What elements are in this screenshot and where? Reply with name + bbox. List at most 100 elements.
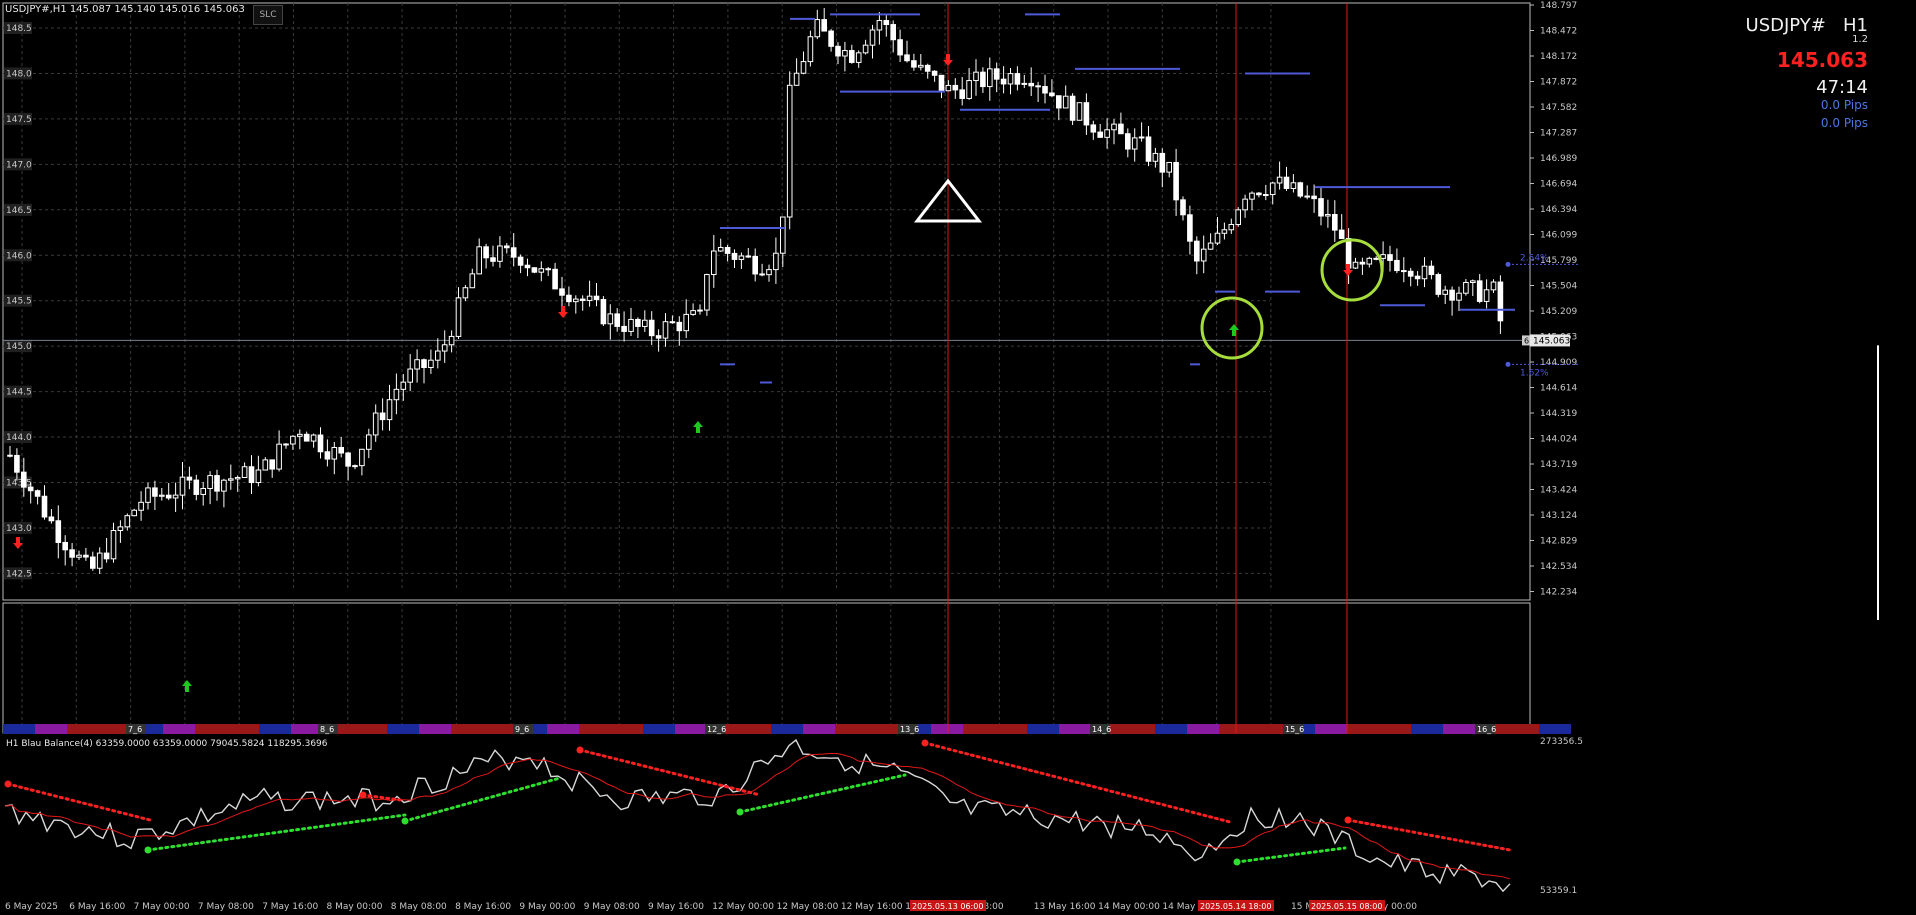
- candle-body: [628, 318, 634, 332]
- price-axis-label: 147.582: [1540, 103, 1577, 113]
- balance-dots-red: [6, 782, 152, 822]
- balance-dots-green-start: [144, 846, 152, 854]
- session-segment: [451, 724, 483, 734]
- left-price-label: 147.5: [6, 115, 32, 125]
- price-axis-label: 142.234: [1540, 588, 1577, 598]
- candle-body: [14, 454, 20, 473]
- session-segment: [1347, 724, 1379, 734]
- candle-body: [855, 52, 862, 63]
- balance-dots-green-start: [401, 817, 409, 825]
- up-arrow-icon[interactable]: [693, 421, 703, 433]
- candle-body: [1394, 259, 1400, 272]
- candle-body: [531, 267, 538, 273]
- up-arrow-icon[interactable]: [1229, 324, 1239, 336]
- down-arrow-icon[interactable]: [943, 54, 953, 66]
- candle-body: [593, 295, 600, 301]
- candle-body: [786, 84, 793, 218]
- candle-body: [1125, 133, 1131, 150]
- candle-body: [717, 246, 724, 252]
- candle-body: [1352, 261, 1359, 269]
- candle-body: [1276, 176, 1283, 184]
- candle-body: [573, 298, 579, 303]
- time-axis-label: 9 May 16:00: [648, 902, 704, 912]
- candle-body: [1235, 209, 1242, 226]
- time-axis-label: 8 May 08:00: [391, 902, 447, 912]
- candle-body: [407, 368, 413, 383]
- candle-body: [600, 299, 607, 325]
- balance-dots-red: [923, 741, 1232, 824]
- session-day-label: 16_6: [1477, 725, 1496, 734]
- time-axis-label: 12 May 16:00: [841, 902, 903, 912]
- candle-body: [635, 318, 641, 327]
- down-arrow-icon[interactable]: [1343, 264, 1353, 276]
- candle-body: [34, 490, 41, 497]
- candle-body: [200, 487, 206, 495]
- candle-body: [821, 19, 828, 32]
- candle-body: [41, 495, 48, 518]
- session-segment: [355, 724, 387, 734]
- vline-time-tag: 2025.05.14 18:00: [1200, 902, 1271, 911]
- session-segment: [963, 724, 995, 734]
- balance-dots-red-start: [4, 780, 12, 788]
- down-arrow-icon[interactable]: [558, 306, 568, 318]
- candle-body: [1145, 136, 1152, 162]
- candle-body: [1414, 275, 1421, 280]
- candle-body: [1297, 182, 1304, 197]
- candle-body: [676, 321, 683, 332]
- candle-body: [462, 287, 469, 299]
- candle-body: [1200, 248, 1207, 262]
- session-segment: [995, 724, 1027, 734]
- candle-body: [662, 321, 669, 339]
- candle-body: [1014, 73, 1021, 85]
- session-segment: [611, 724, 643, 734]
- price-axis-label: 147.287: [1540, 129, 1577, 139]
- candle-body: [338, 446, 344, 454]
- session-segment: [547, 724, 579, 734]
- session-segment: [35, 724, 67, 734]
- candle-body: [517, 256, 524, 266]
- candle-body: [1166, 161, 1173, 173]
- candle-body: [559, 288, 565, 296]
- candle-body: [1283, 176, 1290, 189]
- price-axis-label: 144.909: [1540, 358, 1577, 368]
- candle-body: [186, 476, 193, 481]
- candle-body: [76, 554, 82, 558]
- balance-dots-green: [1235, 846, 1347, 864]
- session-day-label: 14_6: [1092, 725, 1111, 734]
- candle-body: [428, 359, 434, 369]
- session-segment: [675, 724, 707, 734]
- chart-svg[interactable]: 148.5 148.0 147.5 147.0 146.5 146.0 145.5 145.0…: [0, 0, 1916, 915]
- balance-dots-green: [738, 773, 907, 814]
- session-segment: [643, 724, 675, 734]
- candle-body: [1366, 257, 1373, 265]
- balance-dots-green: [146, 813, 407, 852]
- time-axis-label: 8 May 16:00: [455, 902, 511, 912]
- session-day-label: 12_6: [707, 725, 726, 734]
- candle-body: [1497, 281, 1504, 322]
- balance-line: [4, 738, 1511, 893]
- left-price-label: 145.5: [6, 297, 32, 307]
- candle-body: [683, 313, 690, 332]
- time-axis-label: 12 May 08:00: [777, 902, 839, 912]
- candle-body: [1097, 131, 1104, 138]
- candle-body: [172, 494, 179, 499]
- candle-body: [800, 61, 807, 74]
- candle-body: [980, 71, 986, 88]
- candle-body: [697, 309, 703, 312]
- candle-body: [780, 216, 786, 254]
- slc-button[interactable]: SLC: [253, 5, 283, 25]
- candle-body: [400, 381, 407, 390]
- candle-body: [1187, 214, 1193, 242]
- candle-body: [724, 246, 731, 254]
- candle-body: [7, 454, 13, 457]
- candle-body: [1131, 137, 1138, 150]
- price-axis-label: 143.124: [1540, 511, 1577, 521]
- time-axis-label: 6 May 2025: [5, 902, 58, 912]
- left-price-label: 147.0: [6, 160, 32, 170]
- session-segment: [1443, 724, 1475, 734]
- up-arrow-icon[interactable]: [182, 680, 192, 692]
- candle-body: [1407, 270, 1414, 277]
- candle-body: [1456, 292, 1462, 301]
- candle-body: [924, 64, 931, 72]
- candle-body: [759, 273, 765, 276]
